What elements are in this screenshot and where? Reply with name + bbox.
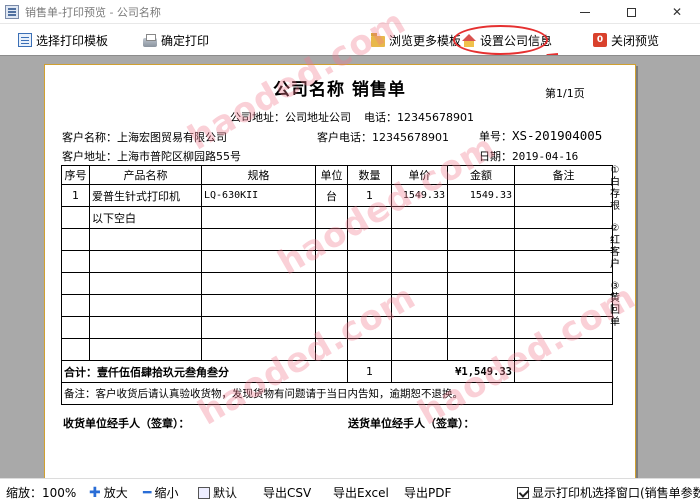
print-preview-window: 销售单-打印预览 - 公司名称 ✕ 选择打印模板 确定打印 浏览更多模板 设置公… xyxy=(0,0,700,503)
maximize-icon xyxy=(626,7,636,17)
table-header-row: 序号 产品名称 规格 单位 数量 单价 金额 备注 xyxy=(61,165,613,185)
cell-no: 1 xyxy=(61,184,90,207)
minus-icon: ━ xyxy=(143,484,152,501)
table-row xyxy=(61,294,613,317)
column-header: 备注 xyxy=(514,165,613,185)
date-label: 日期： xyxy=(479,150,512,163)
table-row xyxy=(61,272,613,295)
order-no-row: 单号：XS-201904005 xyxy=(479,128,602,144)
zoom-in-button[interactable]: ✚ 放大 xyxy=(89,484,128,501)
cell-note xyxy=(514,184,613,207)
close-window-button[interactable]: ✕ xyxy=(654,0,700,24)
date-row: 日期：2019-04-16 xyxy=(479,148,578,164)
cell-unit: 台 xyxy=(315,184,348,207)
document-title: 公司名称 销售单 xyxy=(273,80,406,100)
copy-note: ②红客户 xyxy=(610,223,620,270)
browse-templates-button[interactable]: 浏览更多模板 xyxy=(371,31,461,49)
zoom-in-label: 放大 xyxy=(103,486,128,500)
total-row: 合计：壹仟伍佰肆拾玖元叁角叁分 1 ¥1,549.33 xyxy=(61,360,613,383)
customer-address-row: 客户地址：上海市普陀区柳园路55号 xyxy=(62,148,241,164)
total-qty: 1 xyxy=(347,360,392,383)
minimize-button[interactable] xyxy=(562,0,608,24)
title-bar: 销售单-打印预览 - 公司名称 ✕ xyxy=(0,0,700,24)
minimize-icon xyxy=(580,11,590,13)
company-phone: 电话：12345678901 xyxy=(364,111,474,124)
total-amount: ¥1,549.33 xyxy=(391,360,515,383)
column-header: 产品名称 xyxy=(89,165,202,185)
table-row xyxy=(61,250,613,273)
show-printer-dialog-label: 显示打印机选择窗口(销售单参数) xyxy=(532,486,700,500)
table-row: 以下空白 xyxy=(61,206,613,229)
customer-name: 上海宏图贸易有限公司 xyxy=(117,131,227,144)
cell-price: 1549.33 xyxy=(391,184,448,207)
export-csv-button[interactable]: 导出CSV xyxy=(263,484,311,501)
select-template-label: 选择打印模板 xyxy=(36,33,109,48)
checkbox-checked-icon xyxy=(517,486,529,499)
column-header: 规格 xyxy=(201,165,316,185)
receiver-signature: 收货单位经手人（签章）： xyxy=(63,417,190,430)
cell-amount: 1549.33 xyxy=(447,184,515,207)
customer-address-label: 客户地址： xyxy=(62,150,117,163)
zoom-level: 缩放：100% xyxy=(6,486,77,500)
copy-note: ①白存根 xyxy=(610,165,620,212)
maximize-button[interactable] xyxy=(608,0,654,24)
table-row xyxy=(61,316,613,339)
browse-templates-label: 浏览更多模板 xyxy=(389,33,462,48)
customer-name-label: 客户名称： xyxy=(62,131,117,144)
total-cell: 合计：壹仟伍佰肆拾玖元叁角叁分 xyxy=(61,360,348,383)
confirm-print-label: 确定打印 xyxy=(161,33,210,48)
export-pdf-button[interactable]: 导出PDF xyxy=(404,484,451,501)
copy-note: ③黄回单 xyxy=(610,281,620,328)
export-excel-button[interactable]: 导出Excel xyxy=(333,484,389,501)
default-zoom-icon xyxy=(198,486,210,499)
page-number: 第1/1页 xyxy=(545,87,585,100)
default-zoom-label: 默认 xyxy=(213,486,238,500)
remark: 备注：客户收货后请认真验收货物，发现货物有问题请于当日内告知，逾期恕不退换。 xyxy=(61,382,613,405)
paper-page: 公司名称 销售单 第1/1页 公司地址：公司地址公司 电话：1234567890… xyxy=(44,2,643,479)
app-icon xyxy=(5,4,19,19)
plus-icon: ✚ xyxy=(89,484,101,501)
cell-qty: 1 xyxy=(347,184,392,207)
customer-address: 上海市普陀区柳园路55号 xyxy=(117,150,241,163)
select-template-button[interactable]: 选择打印模板 xyxy=(18,31,108,49)
window-title: 销售单-打印预览 - 公司名称 xyxy=(25,5,161,19)
default-zoom-button[interactable]: 默认 xyxy=(198,484,237,501)
table-row: 1 爱普生针式打印机 LQ-630KII 台 1 1549.33 1549.33 xyxy=(61,184,613,207)
remark-row: 备注：客户收货后请认真验收货物，发现货物有问题请于当日内告知，逾期恕不退换。 xyxy=(61,382,613,405)
customer-name-row: 客户名称：上海宏图贸易有限公司 xyxy=(62,129,227,145)
order-no-label: 单号： xyxy=(479,130,512,143)
items-table: 序号 产品名称 规格 单位 数量 单价 金额 备注 1 爱普生针式打印机 LQ-… xyxy=(61,165,613,405)
confirm-print-button[interactable]: 确定打印 xyxy=(143,31,209,49)
total-words: 壹仟伍佰肆拾玖元叁角叁分 xyxy=(97,365,229,379)
preview-area[interactable]: 公司名称 销售单 第1/1页 公司地址：公司地址公司 电话：1234567890… xyxy=(0,2,700,479)
cell-name: 爱普生针式打印机 xyxy=(89,184,202,207)
table-row xyxy=(61,228,613,251)
date-value: 2019-04-16 xyxy=(512,150,579,163)
zoom-out-label: 缩小 xyxy=(154,486,179,500)
status-bar: 缩放：100% ✚ 放大 ━ 缩小 默认 导出CSV 导出Excel 导出PDF… xyxy=(0,478,700,503)
column-header: 序号 xyxy=(61,165,90,185)
close-preview-label: 关闭预览 xyxy=(611,33,660,48)
column-header: 单价 xyxy=(391,165,448,185)
column-header: 单位 xyxy=(315,165,348,185)
column-header: 金额 xyxy=(447,165,515,185)
close-icon: ✕ xyxy=(671,5,683,19)
sender-signature: 送货单位经手人（签章）： xyxy=(348,417,475,430)
table-row xyxy=(61,338,613,361)
copy-notes: ①白存根 ②红客户 ③黄回单 xyxy=(608,165,622,339)
show-printer-dialog-checkbox[interactable]: 显示打印机选择窗口(销售单参数) xyxy=(517,484,700,501)
zoom-out-button[interactable]: ━ 缩小 xyxy=(143,484,178,501)
company-address: 公司地址：公司地址公司 xyxy=(230,111,351,124)
template-list-icon xyxy=(18,33,32,47)
customer-phone: 客户电话：12345678901 xyxy=(317,131,449,144)
total-label: 合计： xyxy=(64,365,97,379)
folder-icon xyxy=(371,32,385,47)
printer-icon xyxy=(143,33,157,47)
window-controls: ✕ xyxy=(562,0,700,24)
column-header: 数量 xyxy=(347,165,392,185)
cell-spec: LQ-630KII xyxy=(201,184,316,207)
blank-note: 以下空白 xyxy=(89,206,202,229)
order-no: XS-201904005 xyxy=(512,128,603,143)
